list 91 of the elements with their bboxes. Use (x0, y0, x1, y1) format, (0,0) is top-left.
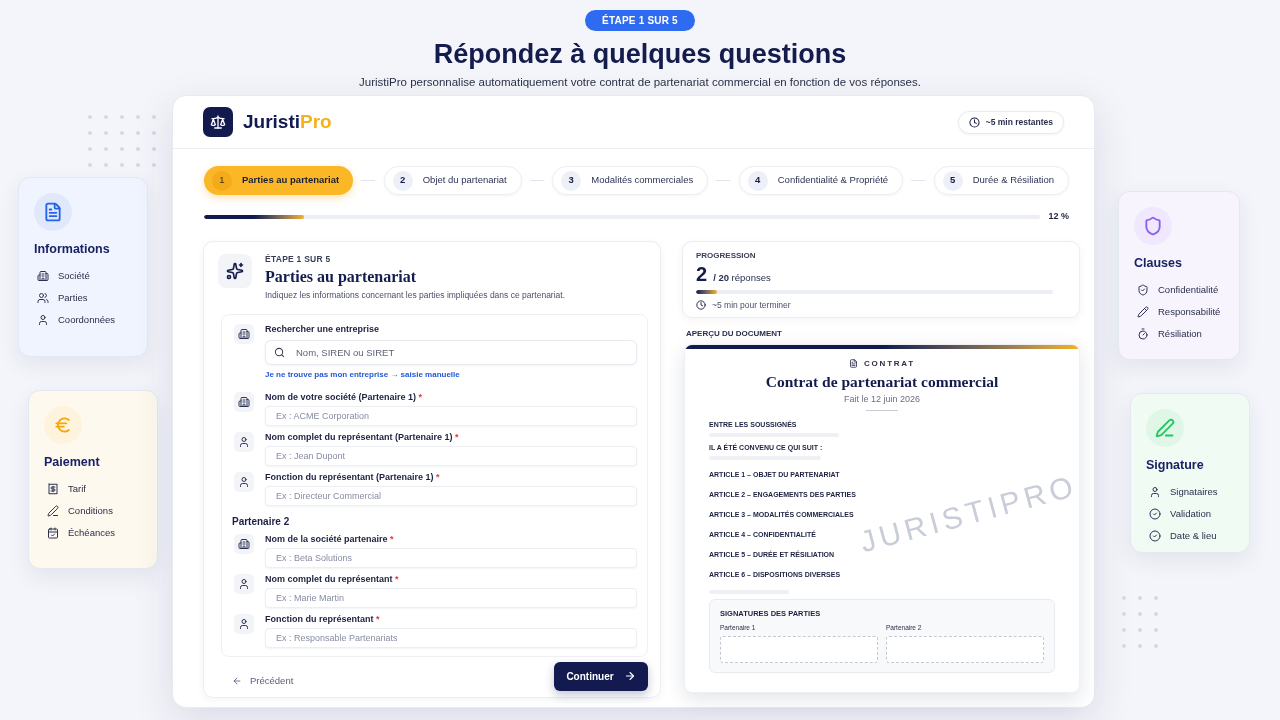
answer-total: / 20 réponses (713, 270, 771, 285)
card-item-label: Conditions (68, 504, 113, 517)
receipt-icon (47, 482, 59, 495)
card-item-label: Parties (58, 291, 88, 304)
building-icon (234, 391, 254, 412)
text-input[interactable]: Ex : Beta Solutions (265, 547, 637, 568)
euro-icon (44, 406, 82, 444)
card-item-label: Signataires (1170, 485, 1218, 498)
text-input[interactable]: Ex : Jean Dupont (265, 445, 637, 466)
card-item-label: Tarif (68, 482, 86, 495)
card-item-label: Coordonnées (58, 313, 116, 326)
person-icon (234, 471, 254, 492)
building-icon (234, 533, 254, 554)
arrow-left-icon (232, 676, 242, 686)
preview-heading: APERÇU DU DOCUMENT (686, 328, 783, 339)
step-tab[interactable]: 4 Confidentialité & Propriété (738, 166, 904, 195)
progress-percent: 12 % (1048, 210, 1069, 223)
field-label: Fonction du représentant (Partenaire 1) * (265, 471, 441, 483)
card-item-label: Résiliation (1158, 327, 1202, 340)
step-tab[interactable]: 5 Durée & Résiliation (933, 166, 1069, 195)
text-input[interactable]: Ex : Responsable Partenariats (265, 627, 637, 648)
section-description: Indiquez les informations concernant les parties impliquées dans ce partenariat. (265, 289, 566, 301)
pen-icon (1146, 409, 1184, 447)
document-title: Contrat de partenariat commercial (764, 371, 1000, 391)
field-label: Fonction du représentant * (265, 613, 381, 625)
card-item-label: Confidentialité (1158, 283, 1219, 296)
person-icon (1149, 485, 1161, 498)
signature-field[interactable] (720, 636, 878, 663)
card-item-label: Responsabilité (1158, 305, 1221, 318)
text-input[interactable]: Ex : ACME Corporation (265, 405, 637, 426)
search-field[interactable]: Nom, SIREN ou SIRET (265, 339, 637, 365)
person-icon (234, 613, 254, 634)
continue-button[interactable]: Continuer (554, 661, 648, 691)
card-title: Signature (1146, 457, 1205, 473)
partner-heading: Partenaire 2 (232, 515, 291, 528)
card-title: Informations (34, 241, 111, 257)
check-circle-icon (1149, 507, 1161, 520)
calendar-check-icon (47, 526, 59, 539)
answer-count: 2 (696, 262, 708, 285)
scales-logo-icon (203, 107, 233, 137)
building-icon (37, 269, 49, 282)
dot-grid-icon (88, 115, 156, 167)
field-label: Nom complet du représentant * (265, 573, 400, 585)
step-tab[interactable]: 2 Objet du partenariat (383, 166, 522, 195)
pencil-icon (1137, 305, 1149, 318)
arrow-right-icon (623, 670, 636, 682)
step-tab[interactable]: 3 Modalités commerciales (552, 166, 709, 195)
stopwatch-icon (1137, 327, 1149, 340)
sparkles-icon (218, 253, 252, 288)
clock-icon (696, 300, 706, 311)
card-item-label: Échéances (68, 526, 115, 539)
time-estimate-text: ~5 min restantes (985, 115, 1053, 129)
clock-icon (968, 116, 980, 128)
field-label: Rechercher une entreprise (265, 323, 381, 335)
eta-text: ~5 min pour terminer (712, 299, 791, 311)
check-circle-icon (1149, 529, 1161, 542)
document-date: Fait le 12 juin 2026 (842, 393, 922, 405)
search-icon (274, 346, 285, 358)
document-icon (849, 359, 859, 368)
dot-grid-icon (1122, 596, 1158, 648)
card-title: Paiement (44, 454, 101, 470)
shield-check-icon (1137, 283, 1149, 296)
step-badge: ÉTAPE 1 SUR 5 (585, 10, 695, 31)
person-icon (234, 573, 254, 594)
step-eyebrow: ÉTAPE 1 SUR 5 (265, 253, 332, 264)
progression-heading: PROGRESSION (696, 250, 757, 261)
building-icon (234, 323, 254, 344)
previous-button[interactable]: Précédent (232, 673, 294, 689)
card-item-label: Date & lieu (1170, 529, 1217, 542)
shield-icon (1134, 207, 1172, 245)
document-type: CONTRAT (864, 358, 915, 369)
page-title: Répondez à quelques questions (433, 38, 847, 70)
card-item-label: Société (58, 269, 90, 282)
field-label: Nom de la société partenaire * (265, 533, 395, 545)
field-label: Nom complet du représentant (Partenaire 1) * (265, 431, 460, 443)
brand-name: JuristiPro (243, 111, 332, 133)
pen-icon (47, 504, 59, 517)
card-title: Clauses (1134, 255, 1183, 271)
text-input[interactable]: Ex : Directeur Commercial (265, 485, 637, 506)
text-input[interactable]: Ex : Marie Martin (265, 587, 637, 608)
manual-entry-link[interactable]: Je ne trouve pas mon entreprise → saisie manuelle (265, 369, 460, 380)
person-icon (234, 431, 254, 452)
field-label: Nom de votre société (Partenaire 1) * (265, 391, 424, 403)
section-title: Parties au partenariat (265, 266, 418, 287)
step-tab[interactable]: 1 Parties au partenariat (204, 166, 354, 195)
card-item-label: Validation (1170, 507, 1212, 520)
person-icon (37, 313, 49, 326)
people-icon (37, 291, 49, 304)
signature-field[interactable] (886, 636, 1044, 663)
page-subtitle: JuristiPro personnalise automatiquement votre contrat de partenariat commercial en fonction de vos réponses. (359, 75, 921, 89)
document-icon (34, 193, 72, 231)
